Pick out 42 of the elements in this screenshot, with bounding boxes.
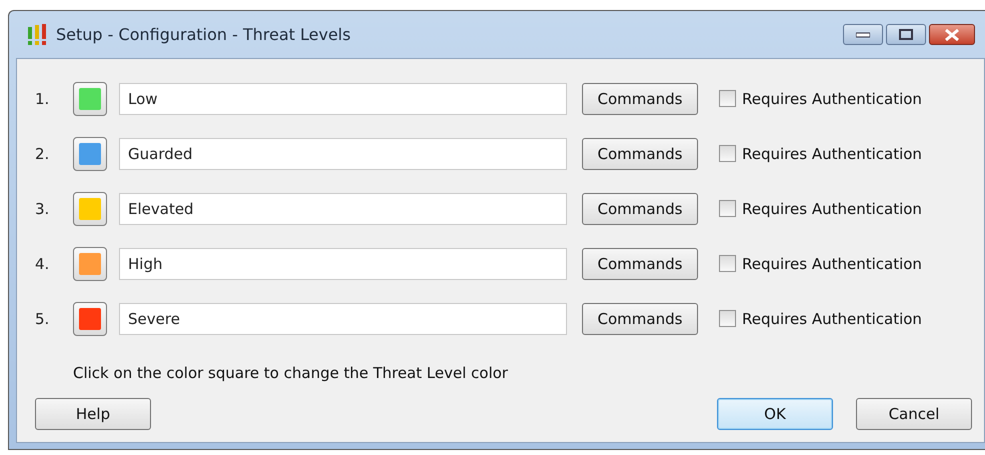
level-name-field[interactable]: Low xyxy=(119,82,567,114)
close-button[interactable] xyxy=(929,24,975,45)
level-name-field[interactable]: Severe xyxy=(119,302,567,334)
auth-checkbox[interactable] xyxy=(719,145,736,162)
level-number: 4. xyxy=(35,254,50,272)
level-name-field[interactable]: Elevated xyxy=(119,192,567,224)
auth-checkbox[interactable] xyxy=(719,200,736,217)
level-name-field[interactable]: Guarded xyxy=(119,138,567,170)
exclamation-marks-icon xyxy=(26,24,48,46)
checkbox-label: Requires Authentication xyxy=(742,144,922,162)
checkbox-label: Requires Authentication xyxy=(742,310,922,328)
minimize-icon xyxy=(856,32,870,38)
level-name-field[interactable]: High xyxy=(119,248,567,280)
color-swatch[interactable] xyxy=(73,246,107,280)
commands-button[interactable]: Commands xyxy=(582,302,698,334)
auth-checkbox[interactable] xyxy=(719,310,736,327)
dialog-button[interactable]: Cancel xyxy=(856,398,972,430)
window-title: Setup - Configuration - Threat Levels xyxy=(56,25,352,44)
close-icon xyxy=(944,28,960,40)
level-number: 3. xyxy=(35,200,50,218)
dialog-button[interactable]: OK xyxy=(717,398,833,430)
level-number: 5. xyxy=(35,310,50,328)
minimize-button[interactable] xyxy=(843,24,883,45)
commands-button[interactable]: Commands xyxy=(582,248,698,280)
checkbox-label: Requires Authentication xyxy=(742,254,922,272)
commands-button[interactable]: Commands xyxy=(582,138,698,170)
color-swatch[interactable] xyxy=(73,82,107,116)
color-swatch[interactable] xyxy=(73,136,107,170)
commands-button[interactable]: Commands xyxy=(582,192,698,224)
color-swatch[interactable] xyxy=(73,302,107,336)
commands-button[interactable]: Commands xyxy=(582,82,698,114)
maximize-icon xyxy=(899,29,913,40)
color-swatch[interactable] xyxy=(73,192,107,226)
maximize-button[interactable] xyxy=(886,24,926,45)
dialog-button[interactable]: Help xyxy=(35,398,151,430)
hint-text: Click on the color square to change the Threat Level color xyxy=(73,364,509,382)
auth-checkbox[interactable] xyxy=(719,90,736,107)
checkbox-label: Requires Authentication xyxy=(742,200,922,218)
level-number: 1. xyxy=(35,90,50,108)
level-number: 2. xyxy=(35,144,50,162)
checkbox-label: Requires Authentication xyxy=(742,90,922,108)
auth-checkbox[interactable] xyxy=(719,255,736,272)
